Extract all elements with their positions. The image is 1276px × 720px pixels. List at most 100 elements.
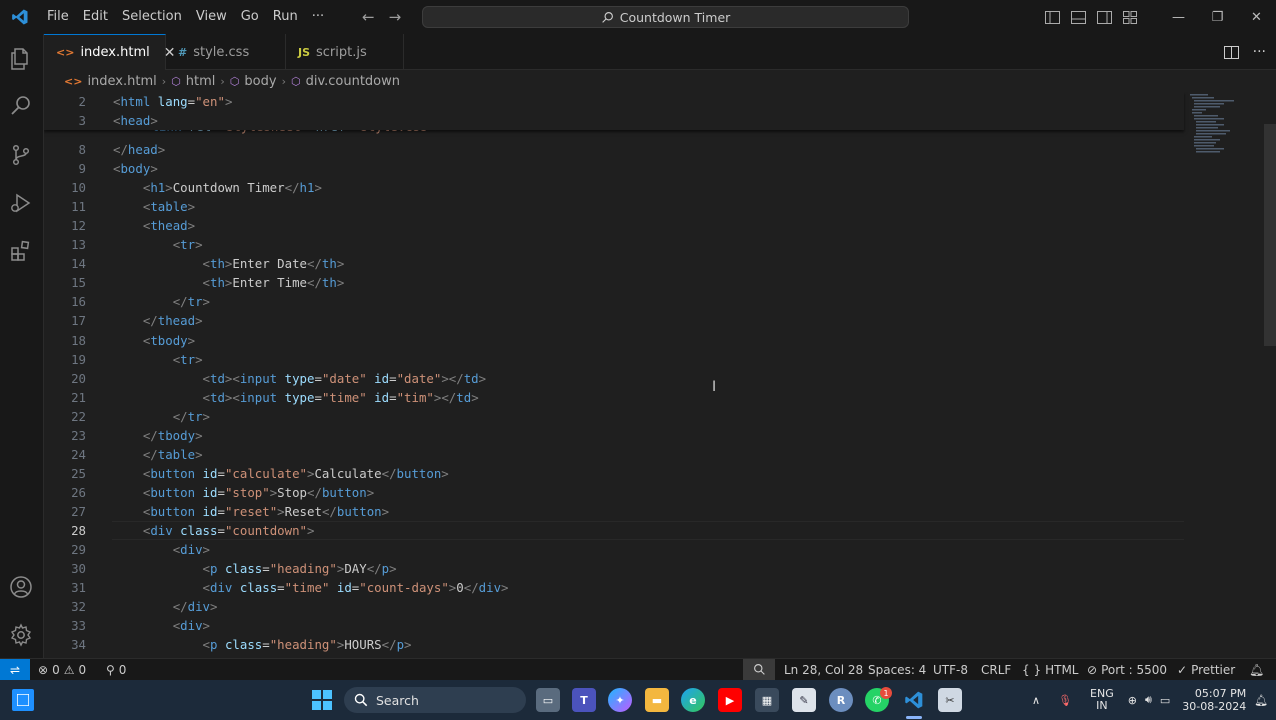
- menu-item[interactable]: ···: [305, 0, 331, 34]
- windows-start-icon[interactable]: [310, 688, 334, 712]
- teams-icon[interactable]: T: [572, 688, 596, 712]
- menu-item[interactable]: File: [40, 0, 76, 34]
- code-line[interactable]: 30 <p class="heading">DAY</p>: [44, 559, 1184, 578]
- accounts-icon[interactable]: [6, 572, 36, 602]
- code-line[interactable]: 24 </table>: [44, 445, 1184, 464]
- r-app-icon[interactable]: R: [829, 688, 853, 712]
- end-of-line[interactable]: CRLF: [981, 659, 1011, 680]
- start-menu-blue-icon[interactable]: [12, 689, 34, 711]
- vscode-logo-icon[interactable]: [0, 8, 40, 26]
- menu-item[interactable]: View: [189, 0, 234, 34]
- code-line[interactable]: 34 <p class="heading">HOURS</p>: [44, 635, 1184, 654]
- copilot-icon[interactable]: ✦: [608, 688, 632, 712]
- explorer-icon[interactable]: [6, 44, 36, 74]
- code-line[interactable]: 22 </tr>: [44, 407, 1184, 426]
- toggle-secondary-sidebar-icon[interactable]: [1091, 0, 1117, 34]
- language-mode[interactable]: { } HTML: [1022, 659, 1079, 680]
- breadcrumb-item[interactable]: html: [186, 74, 216, 89]
- code-line[interactable]: 17 </thead>: [44, 311, 1184, 330]
- code-line[interactable]: 3 <head>: [44, 111, 1184, 130]
- close-window-icon[interactable]: ✕: [1237, 0, 1276, 34]
- code-line[interactable]: 20 <td><input type="date" id="date"></td…: [44, 369, 1184, 388]
- code-line[interactable]: 2 <html lang="en">: [44, 92, 1184, 111]
- problems-indicator[interactable]: ⊗ 0 ⚠ 0: [38, 659, 86, 680]
- live-server-port[interactable]: ⊘ Port : 5500: [1087, 659, 1167, 680]
- tab-script-js[interactable]: JS script.js: [286, 34, 404, 70]
- code-line[interactable]: 11 <table>: [44, 197, 1184, 216]
- code-line[interactable]: 28 <div class="countdown">: [44, 521, 1184, 540]
- code-line[interactable]: 19 <tr>: [44, 350, 1184, 369]
- code-line[interactable]: 23 </tbody>: [44, 426, 1184, 445]
- battery-icon[interactable]: ▭: [1160, 694, 1170, 707]
- run-and-debug-icon[interactable]: [6, 188, 36, 218]
- code-line[interactable]: 26 <button id="stop">Stop</button>: [44, 483, 1184, 502]
- sticky-scroll-header[interactable]: 2 <html lang="en"> 3 <head>: [44, 92, 1184, 130]
- code-line[interactable]: 8 </head>: [44, 140, 1184, 159]
- network-globe-icon[interactable]: ⊕: [1128, 694, 1137, 707]
- breadcrumb-item[interactable]: div.countdown: [306, 74, 400, 89]
- restore-icon[interactable]: ❐: [1198, 0, 1237, 34]
- cursor-position[interactable]: Ln 28, Col 28: [784, 659, 863, 680]
- extensions-icon[interactable]: [6, 236, 36, 266]
- vscode-taskbar-icon[interactable]: [902, 688, 926, 712]
- vertical-scrollbar[interactable]: [1264, 124, 1276, 346]
- code-line[interactable]: 32 </div>: [44, 597, 1184, 616]
- code-line[interactable]: 16 </tr>: [44, 292, 1184, 311]
- file-explorer-icon[interactable]: ▬: [645, 688, 669, 712]
- source-control-icon[interactable]: [6, 140, 36, 170]
- encoding[interactable]: UTF-8: [933, 659, 968, 680]
- code-line[interactable]: 31 <div class="time" id="count-days">0</…: [44, 578, 1184, 597]
- code-line[interactable]: 18 <tbody>: [44, 331, 1184, 350]
- customize-layout-icon[interactable]: [1117, 0, 1143, 34]
- code-line[interactable]: 15 <th>Enter Time</th>: [44, 273, 1184, 292]
- taskbar-search[interactable]: Search: [344, 687, 526, 713]
- minimap[interactable]: [1188, 92, 1258, 172]
- code-line[interactable]: 25 <button id="calculate">Calculate</but…: [44, 464, 1184, 483]
- task-view-icon[interactable]: ▭: [536, 688, 560, 712]
- microphone-icon[interactable]: 🎙︎: [1058, 694, 1072, 707]
- microsoft-store-icon[interactable]: ▦: [755, 688, 779, 712]
- indentation[interactable]: Spaces: 4: [868, 659, 926, 680]
- code-line[interactable]: 33 <div>: [44, 616, 1184, 635]
- zoom-icon[interactable]: [743, 659, 775, 680]
- split-editor-icon[interactable]: [1223, 45, 1239, 59]
- prettier-status[interactable]: ✓ Prettier: [1177, 659, 1235, 680]
- input-language[interactable]: ENG IN: [1090, 688, 1114, 712]
- toggle-panel-icon[interactable]: [1065, 0, 1091, 34]
- menu-item[interactable]: Run: [266, 0, 305, 34]
- code-line[interactable]: 12 <thead>: [44, 216, 1184, 235]
- back-arrow-icon[interactable]: ←: [362, 8, 375, 26]
- code-line[interactable]: 21 <td><input type="time" id="tim"></td>: [44, 388, 1184, 407]
- menu-item[interactable]: Edit: [76, 0, 115, 34]
- code-editor[interactable]: <link rel="stylesheet" href="style.css">…: [44, 92, 1276, 658]
- ports-indicator[interactable]: ⚲ 0: [106, 659, 126, 680]
- breadcrumb-item[interactable]: body: [244, 74, 276, 89]
- manage-gear-icon[interactable]: [6, 620, 36, 650]
- show-hidden-icons-chevron-icon[interactable]: ∧: [1032, 694, 1040, 707]
- edge-browser-icon[interactable]: e: [681, 688, 705, 712]
- search-view-icon[interactable]: [6, 91, 36, 121]
- notification-bell-icon[interactable]: 🔔︎: [1254, 694, 1268, 707]
- tab-style-css[interactable]: # style.css: [166, 34, 286, 70]
- volume-icon[interactable]: 🔊︎: [1145, 693, 1152, 707]
- notepad-icon[interactable]: ✎: [792, 688, 816, 712]
- breadcrumb-item[interactable]: index.html: [87, 74, 156, 89]
- more-actions-icon[interactable]: ···: [1253, 44, 1266, 60]
- clock[interactable]: 05:07 PM 30-08-2024: [1182, 687, 1246, 713]
- code-line[interactable]: 9 <body>: [44, 159, 1184, 178]
- code-line[interactable]: 27 <button id="reset">Reset</button>: [44, 502, 1184, 521]
- youtube-icon[interactable]: ▶: [718, 688, 742, 712]
- forward-arrow-icon[interactable]: →: [389, 8, 402, 26]
- command-center[interactable]: Countdown Timer: [422, 6, 909, 28]
- tab-index-html[interactable]: <> index.html ✕: [44, 34, 175, 70]
- code-line[interactable]: 10 <h1>Countdown Timer</h1>: [44, 178, 1184, 197]
- menu-item[interactable]: Selection: [115, 0, 189, 34]
- remote-indicator-icon[interactable]: ⇌: [0, 659, 30, 680]
- notifications-bell-icon[interactable]: 🔔︎: [1249, 659, 1264, 680]
- snipping-tool-icon[interactable]: ✂: [938, 688, 962, 712]
- code-line[interactable]: 29 <div>: [44, 540, 1184, 559]
- menu-item[interactable]: Go: [234, 0, 266, 34]
- code-line[interactable]: 14 <th>Enter Date</th>: [44, 254, 1184, 273]
- minimize-icon[interactable]: —: [1159, 0, 1198, 34]
- code-line[interactable]: 13 <tr>: [44, 235, 1184, 254]
